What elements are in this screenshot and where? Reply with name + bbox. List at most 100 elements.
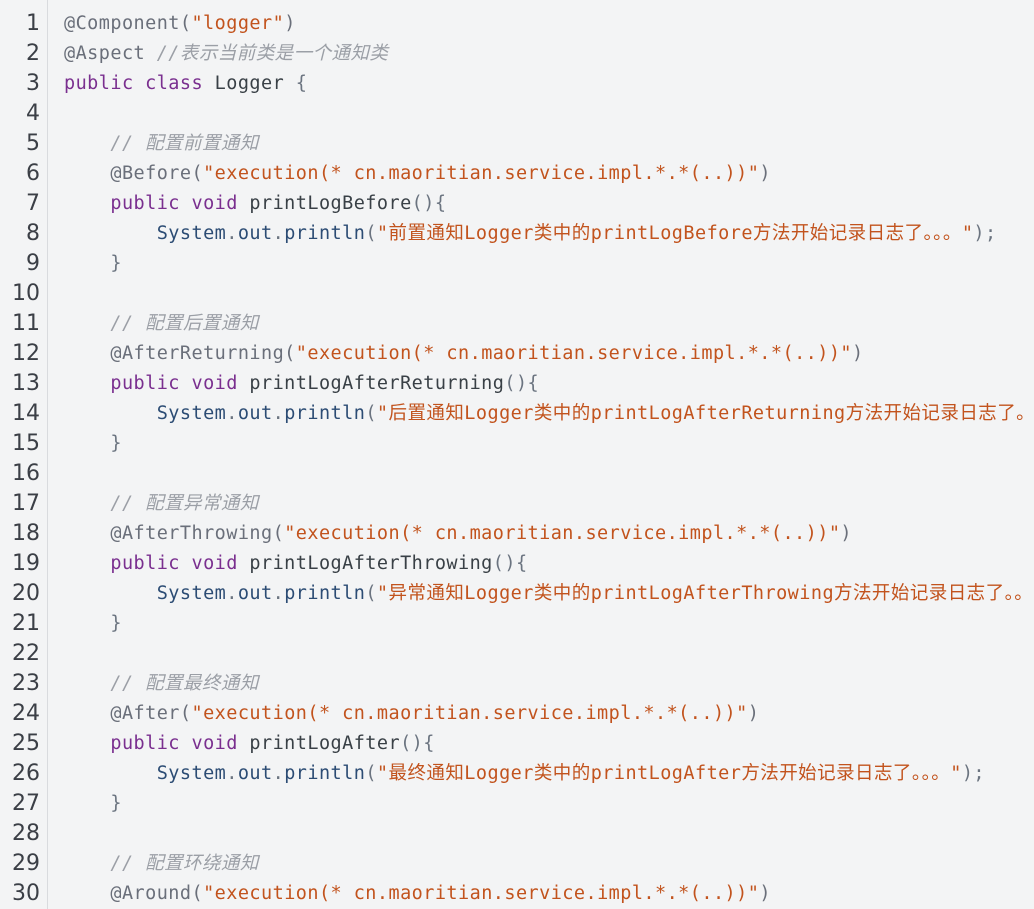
code-line[interactable]: public void printLogAfterThrowing(){ bbox=[64, 549, 528, 579]
code-line[interactable]: public void printLogAfterReturning(){ bbox=[64, 369, 539, 399]
line-number: 1 bbox=[26, 11, 40, 36]
code-token-punct: (){ bbox=[504, 373, 540, 394]
line-number: 11 bbox=[12, 311, 40, 336]
code-token-punct: } bbox=[110, 253, 122, 274]
code-token-string: "execution(* cn.maoritian.service.impl.*… bbox=[191, 703, 748, 724]
code-token-annotation: ) bbox=[759, 163, 771, 184]
code-token-punct: . bbox=[226, 763, 238, 784]
code-token-keyword: public void bbox=[110, 373, 250, 394]
line-number: 7 bbox=[26, 191, 40, 216]
code-line[interactable]: // 配置最终通知 bbox=[64, 669, 259, 699]
code-line[interactable]: @Around("execution(* cn.maoritian.servic… bbox=[64, 879, 771, 909]
code-line[interactable]: } bbox=[64, 249, 122, 279]
code-token-string: "execution(* cn.maoritian.service.impl.*… bbox=[284, 523, 841, 544]
line-number: 29 bbox=[12, 851, 40, 876]
code-line[interactable]: public void printLogAfter(){ bbox=[64, 729, 435, 759]
line-number: 5 bbox=[26, 131, 40, 156]
code-token-member: out bbox=[237, 223, 273, 244]
code-token-comment: // 配置异常通知 bbox=[110, 493, 259, 514]
code-token-annotation: ) bbox=[759, 883, 771, 904]
code-line[interactable]: @Aspect //表示当前类是一个通知类 bbox=[64, 39, 388, 69]
code-token-punct: . bbox=[272, 403, 285, 424]
line-number: 17 bbox=[12, 491, 40, 516]
code-line[interactable]: @After("execution(* cn.maoritian.service… bbox=[64, 699, 759, 729]
code-token-string: "后置通知Logger类中的printLogAfterReturning方法开始… bbox=[376, 403, 1034, 424]
code-token-comment: // 配置后置通知 bbox=[110, 313, 259, 334]
code-token-member: println bbox=[284, 223, 366, 244]
code-token-annotation: @After( bbox=[110, 703, 192, 724]
code-line[interactable]: public void printLogBefore(){ bbox=[64, 189, 446, 219]
line-number: 15 bbox=[12, 431, 40, 456]
code-line[interactable]: System.out.println("异常通知Logger类中的printLo… bbox=[64, 579, 1033, 609]
code-token-annotation: @Around( bbox=[110, 883, 204, 904]
code-line[interactable]: System.out.println("前置通知Logger类中的printLo… bbox=[64, 219, 997, 249]
code-area[interactable]: @Component("logger") @Aspect //表示当前类是一个通知… bbox=[64, 0, 1034, 909]
code-line[interactable]: @AfterReturning("execution(* cn.maoritia… bbox=[64, 339, 864, 369]
code-token-punct: . bbox=[272, 223, 285, 244]
code-line[interactable]: @Component("logger") bbox=[64, 9, 296, 39]
code-token-punct: ); bbox=[973, 223, 997, 244]
code-line[interactable]: } bbox=[64, 429, 122, 459]
code-line[interactable]: System.out.println("后置通知Logger类中的printLo… bbox=[64, 399, 1034, 429]
code-line[interactable]: @Before("execution(* cn.maoritian.servic… bbox=[64, 159, 771, 189]
code-token-annotation: @Before( bbox=[110, 163, 204, 184]
code-token-member: println bbox=[284, 763, 366, 784]
code-token-comment: //表示当前类是一个通知类 bbox=[156, 43, 389, 64]
code-line[interactable]: // 配置环绕通知 bbox=[64, 849, 259, 879]
code-token-string: "logger" bbox=[191, 13, 285, 34]
line-number: 22 bbox=[12, 641, 40, 666]
code-token-string: "最终通知Logger类中的printLogAfter方法开始记录日志了。。。" bbox=[376, 763, 962, 784]
line-number: 20 bbox=[12, 581, 40, 606]
line-number: 21 bbox=[12, 611, 40, 636]
code-token-member: System bbox=[156, 403, 227, 424]
code-token-punct: { bbox=[295, 73, 308, 94]
code-line[interactable]: // 配置前置通知 bbox=[64, 129, 259, 159]
line-number: 25 bbox=[12, 731, 40, 756]
line-number: 18 bbox=[12, 521, 40, 546]
code-line[interactable]: // 配置异常通知 bbox=[64, 489, 259, 519]
code-token-punct: ( bbox=[365, 583, 377, 604]
line-number: 14 bbox=[12, 401, 40, 426]
code-line[interactable]: public class Logger { bbox=[64, 69, 307, 99]
code-token-string: "execution(* cn.maoritian.service.impl.*… bbox=[203, 883, 760, 904]
line-number: 30 bbox=[12, 881, 40, 906]
code-token-punct: } bbox=[110, 433, 122, 454]
code-token-member: System bbox=[156, 223, 227, 244]
code-token-member: System bbox=[156, 763, 227, 784]
code-token-punct: ( bbox=[365, 403, 377, 424]
code-token-comment: // 配置前置通知 bbox=[110, 133, 259, 154]
line-number: 3 bbox=[26, 71, 40, 96]
line-number: 4 bbox=[26, 101, 40, 126]
code-line[interactable]: @AfterThrowing("execution(* cn.maoritian… bbox=[64, 519, 852, 549]
line-number: 13 bbox=[12, 371, 40, 396]
code-token-annotation: ) bbox=[284, 13, 296, 34]
code-token-string: "异常通知Logger类中的printLogAfterThrowing方法开始记… bbox=[376, 583, 1034, 604]
code-token-annotation: @AfterThrowing( bbox=[110, 523, 285, 544]
code-line[interactable]: } bbox=[64, 789, 122, 819]
line-number: 24 bbox=[12, 701, 40, 726]
code-token-comment: // 配置最终通知 bbox=[110, 673, 259, 694]
line-number: 16 bbox=[12, 461, 40, 486]
code-token-punct: . bbox=[272, 763, 285, 784]
code-line[interactable]: } bbox=[64, 609, 122, 639]
code-token-punct: } bbox=[110, 793, 122, 814]
code-token-keyword: public void bbox=[110, 193, 250, 214]
code-line[interactable]: // 配置后置通知 bbox=[64, 309, 259, 339]
line-number: 23 bbox=[12, 671, 40, 696]
code-editor[interactable]: 1 2 3 4 5 6 7 8 9 10 11 12 13 14 15 16 17 18 19 20 21 22 23 24 2… bbox=[0, 0, 1034, 909]
code-token-punct: . bbox=[226, 583, 238, 604]
code-token-method: printLogAfter bbox=[249, 733, 401, 754]
code-line[interactable]: System.out.println("最终通知Logger类中的printLo… bbox=[64, 759, 985, 789]
code-token-keyword: public class bbox=[64, 73, 215, 94]
